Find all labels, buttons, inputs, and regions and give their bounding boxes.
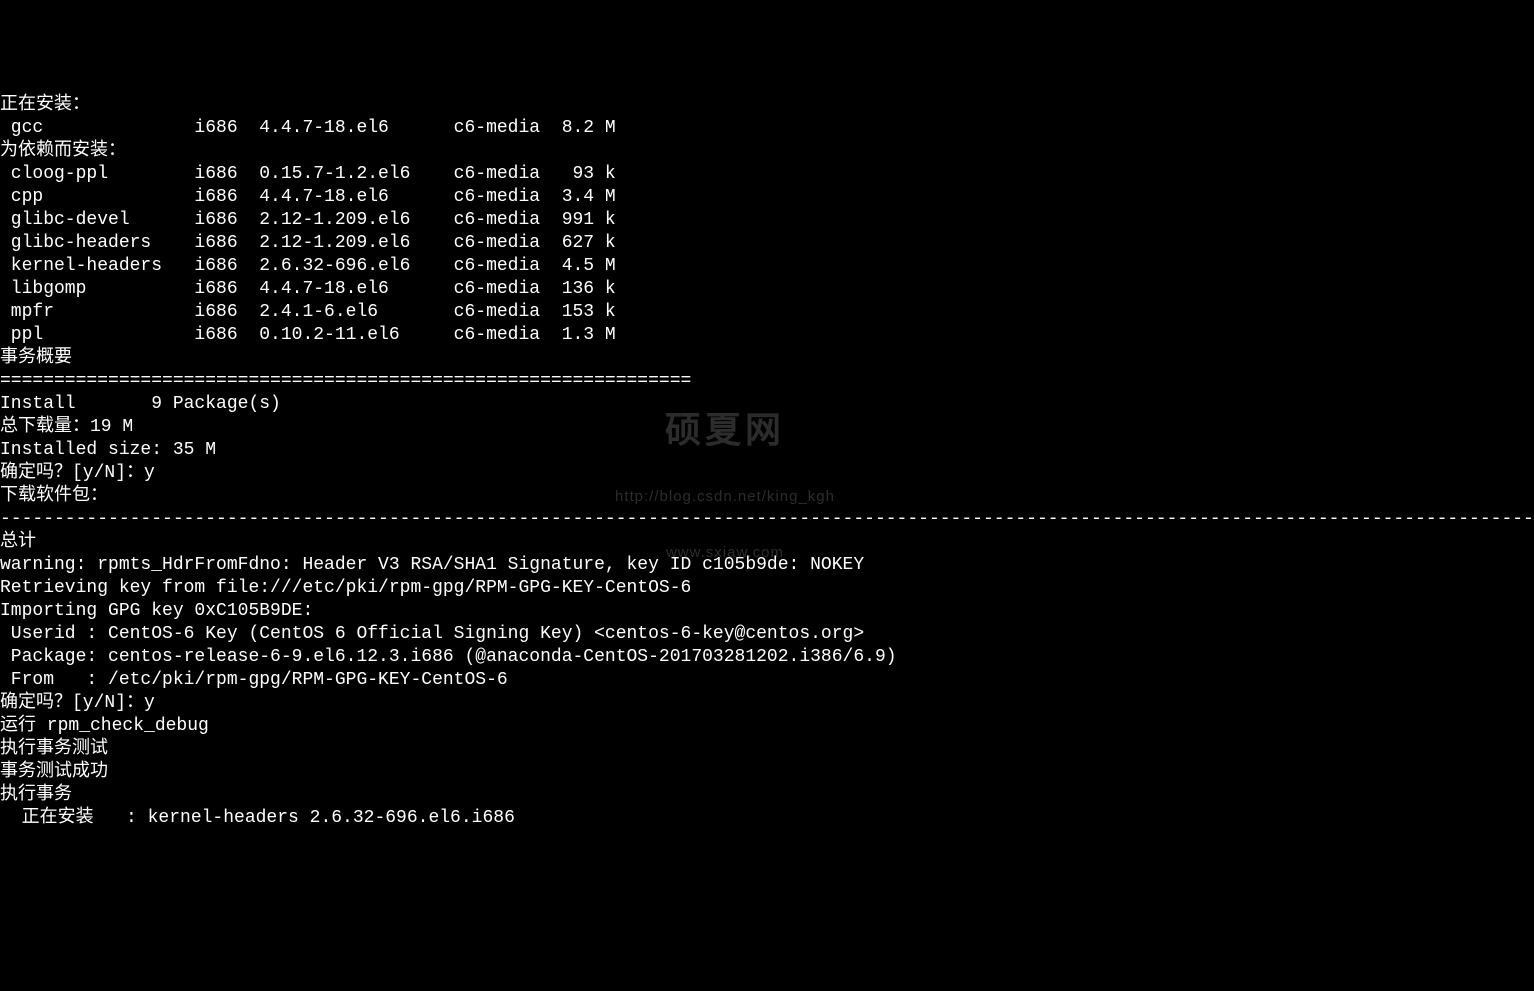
- terminal-line: 正在安装：: [0, 94, 1534, 117]
- terminal-line: cpp i686 4.4.7-18.el6 c6-media 3.4 M: [0, 186, 1534, 209]
- terminal-line: 总计: [0, 531, 1534, 554]
- terminal-line: libgomp i686 4.4.7-18.el6 c6-media 136 k: [0, 278, 1534, 301]
- terminal-line: kernel-headers i686 2.6.32-696.el6 c6-me…: [0, 255, 1534, 278]
- terminal-line: glibc-headers i686 2.12-1.209.el6 c6-med…: [0, 232, 1534, 255]
- terminal-line: 确定吗？[y/N]：y: [0, 692, 1534, 715]
- terminal-line: ========================================…: [0, 370, 1534, 393]
- terminal-line: 下载软件包：: [0, 485, 1534, 508]
- terminal-line: 执行事务测试: [0, 738, 1534, 761]
- terminal-line: Install 9 Package(s): [0, 393, 1534, 416]
- terminal-line: Installed size: 35 M: [0, 439, 1534, 462]
- terminal-line: Userid : CentOS-6 Key (CentOS 6 Official…: [0, 623, 1534, 646]
- terminal-line: 执行事务: [0, 784, 1534, 807]
- terminal-line: 确定吗？[y/N]：y: [0, 462, 1534, 485]
- terminal-line: From : /etc/pki/rpm-gpg/RPM-GPG-KEY-Cent…: [0, 669, 1534, 692]
- terminal-line: 为依赖而安装：: [0, 140, 1534, 163]
- terminal-line: Package: centos-release-6-9.el6.12.3.i68…: [0, 646, 1534, 669]
- terminal-line: 总下载量：19 M: [0, 416, 1534, 439]
- terminal-line: warning: rpmts_HdrFromFdno: Header V3 RS…: [0, 554, 1534, 577]
- terminal-line: cloog-ppl i686 0.15.7-1.2.el6 c6-media 9…: [0, 163, 1534, 186]
- terminal-line: 事务测试成功: [0, 761, 1534, 784]
- terminal-line: Importing GPG key 0xC105B9DE:: [0, 600, 1534, 623]
- terminal-output: 正在安装： gcc i686 4.4.7-18.el6 c6-media 8.2…: [0, 94, 1534, 830]
- terminal-line: Retrieving key from file:///etc/pki/rpm-…: [0, 577, 1534, 600]
- terminal-line: ----------------------------------------…: [0, 508, 1534, 531]
- terminal-line: glibc-devel i686 2.12-1.209.el6 c6-media…: [0, 209, 1534, 232]
- terminal-line: 正在安装 : kernel-headers 2.6.32-696.el6.i68…: [0, 807, 1534, 830]
- terminal-line: ppl i686 0.10.2-11.el6 c6-media 1.3 M: [0, 324, 1534, 347]
- terminal-line: gcc i686 4.4.7-18.el6 c6-media 8.2 M: [0, 117, 1534, 140]
- terminal-line: 事务概要: [0, 347, 1534, 370]
- terminal-line: mpfr i686 2.4.1-6.el6 c6-media 153 k: [0, 301, 1534, 324]
- terminal-line: 运行 rpm_check_debug: [0, 715, 1534, 738]
